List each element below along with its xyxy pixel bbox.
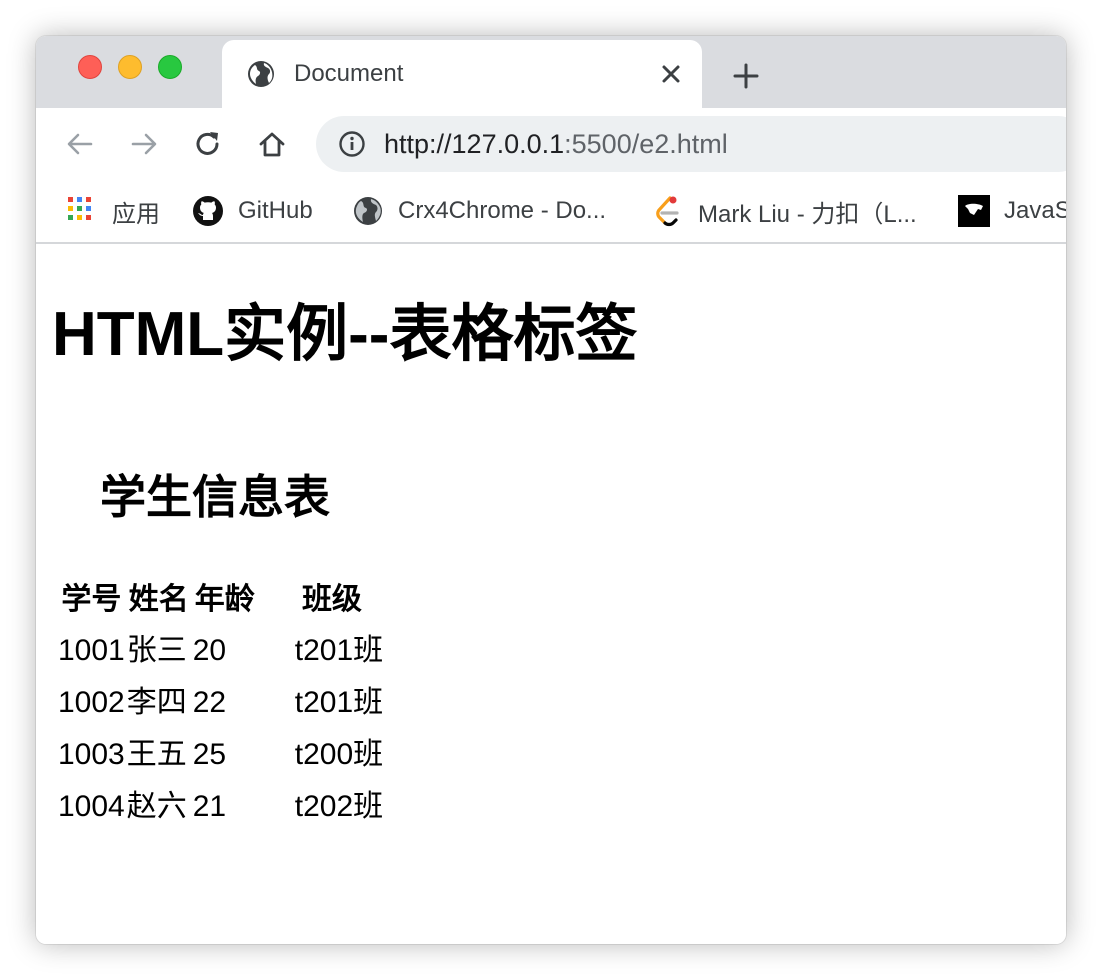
bookmark-crx4chrome[interactable]: Crx4Chrome - Do...	[352, 194, 606, 228]
cell-id: 1001	[58, 634, 125, 667]
cell-class: t201班	[294, 634, 384, 667]
bookmark-github[interactable]: GitHub	[192, 194, 313, 228]
cell-name: 王五	[126, 738, 187, 771]
globe-icon	[354, 197, 382, 225]
tab-title: Document	[294, 60, 404, 87]
new-tab-plus-icon[interactable]	[730, 60, 762, 92]
cell-age: 21	[192, 790, 227, 823]
cell-age: 20	[192, 634, 227, 667]
cell-class: t200班	[294, 738, 384, 771]
bookmark-label: Crx4Chrome - Do...	[398, 197, 607, 224]
table-header-row: 学号 姓名 年龄 班级	[58, 576, 383, 624]
cell-name: 赵六	[126, 790, 187, 823]
cell-name: 李四	[126, 686, 187, 719]
tab-strip: Document	[36, 36, 1066, 108]
bookmark-label: JavaS	[1004, 197, 1066, 224]
cell-id: 1002	[58, 686, 125, 719]
column-header-name: 姓名	[128, 583, 189, 616]
close-icon[interactable]	[659, 62, 683, 86]
table-caption: 学生信息表	[100, 471, 330, 523]
bookmark-javascript[interactable]: JavaS	[958, 194, 1066, 228]
home-icon[interactable]	[256, 128, 288, 160]
column-header-id: 学号	[61, 583, 122, 616]
js-site-icon	[958, 195, 990, 227]
table-row: 1002 李四 22 t201班	[58, 678, 383, 728]
browser-window: Document http://127.0.0.1:5500/e2.html 应…	[36, 36, 1066, 944]
cell-id: 1004	[58, 790, 125, 823]
cell-name: 张三	[126, 634, 187, 667]
cell-id: 1003	[58, 738, 125, 771]
table-row: 1001 张三 20 t201班	[58, 626, 383, 676]
address-bar[interactable]: http://127.0.0.1:5500/e2.html	[316, 116, 1066, 172]
bookmarks-bar: 应用 GitHub Crx4Chrome - Do... Mark Liu - …	[36, 180, 1066, 244]
column-header-class: 班级	[301, 583, 362, 616]
github-icon	[193, 196, 223, 226]
minimize-window-button[interactable]	[118, 55, 142, 79]
cell-age: 22	[192, 686, 227, 719]
student-table: 学号 姓名 年龄 班级 1001 张三 20 t201班 1002 李四 22	[56, 574, 385, 834]
browser-toolbar: http://127.0.0.1:5500/e2.html	[36, 108, 1066, 180]
page-title: HTML实例--表格标签	[52, 300, 638, 369]
reload-icon[interactable]	[192, 128, 224, 160]
bookmark-apps[interactable]: 应用	[66, 194, 160, 228]
globe-icon	[248, 61, 274, 87]
table-row: 1003 王五 25 t200班	[58, 730, 383, 780]
back-arrow-icon[interactable]	[64, 128, 96, 160]
cell-class: t202班	[294, 790, 384, 823]
bookmark-label: Mark Liu - 力扣（L...	[698, 200, 917, 228]
cell-age: 25	[192, 738, 227, 771]
close-window-button[interactable]	[78, 55, 102, 79]
table-row: 1004 赵六 21 t202班	[58, 782, 383, 832]
tab-document[interactable]: Document	[222, 40, 702, 108]
apps-grid-icon	[68, 197, 91, 220]
bookmark-label: 应用	[112, 200, 160, 228]
bookmark-label: GitHub	[238, 197, 313, 224]
url-host: http://127.0.0.1	[384, 129, 565, 159]
page-viewport: HTML实例--表格标签 学生信息表 学号 姓名 年龄 班级 1001 张三 2…	[36, 244, 1066, 944]
info-icon[interactable]	[338, 130, 366, 158]
maximize-window-button[interactable]	[158, 55, 182, 79]
forward-arrow-icon[interactable]	[128, 128, 160, 160]
url-text[interactable]: http://127.0.0.1:5500/e2.html	[384, 129, 728, 159]
bookmark-leetcode[interactable]: Mark Liu - 力扣（L...	[652, 194, 917, 228]
leetcode-icon	[656, 196, 679, 227]
cell-class: t201班	[294, 686, 384, 719]
column-header-age: 年龄	[194, 583, 255, 616]
url-path: :5500/e2.html	[564, 129, 728, 159]
